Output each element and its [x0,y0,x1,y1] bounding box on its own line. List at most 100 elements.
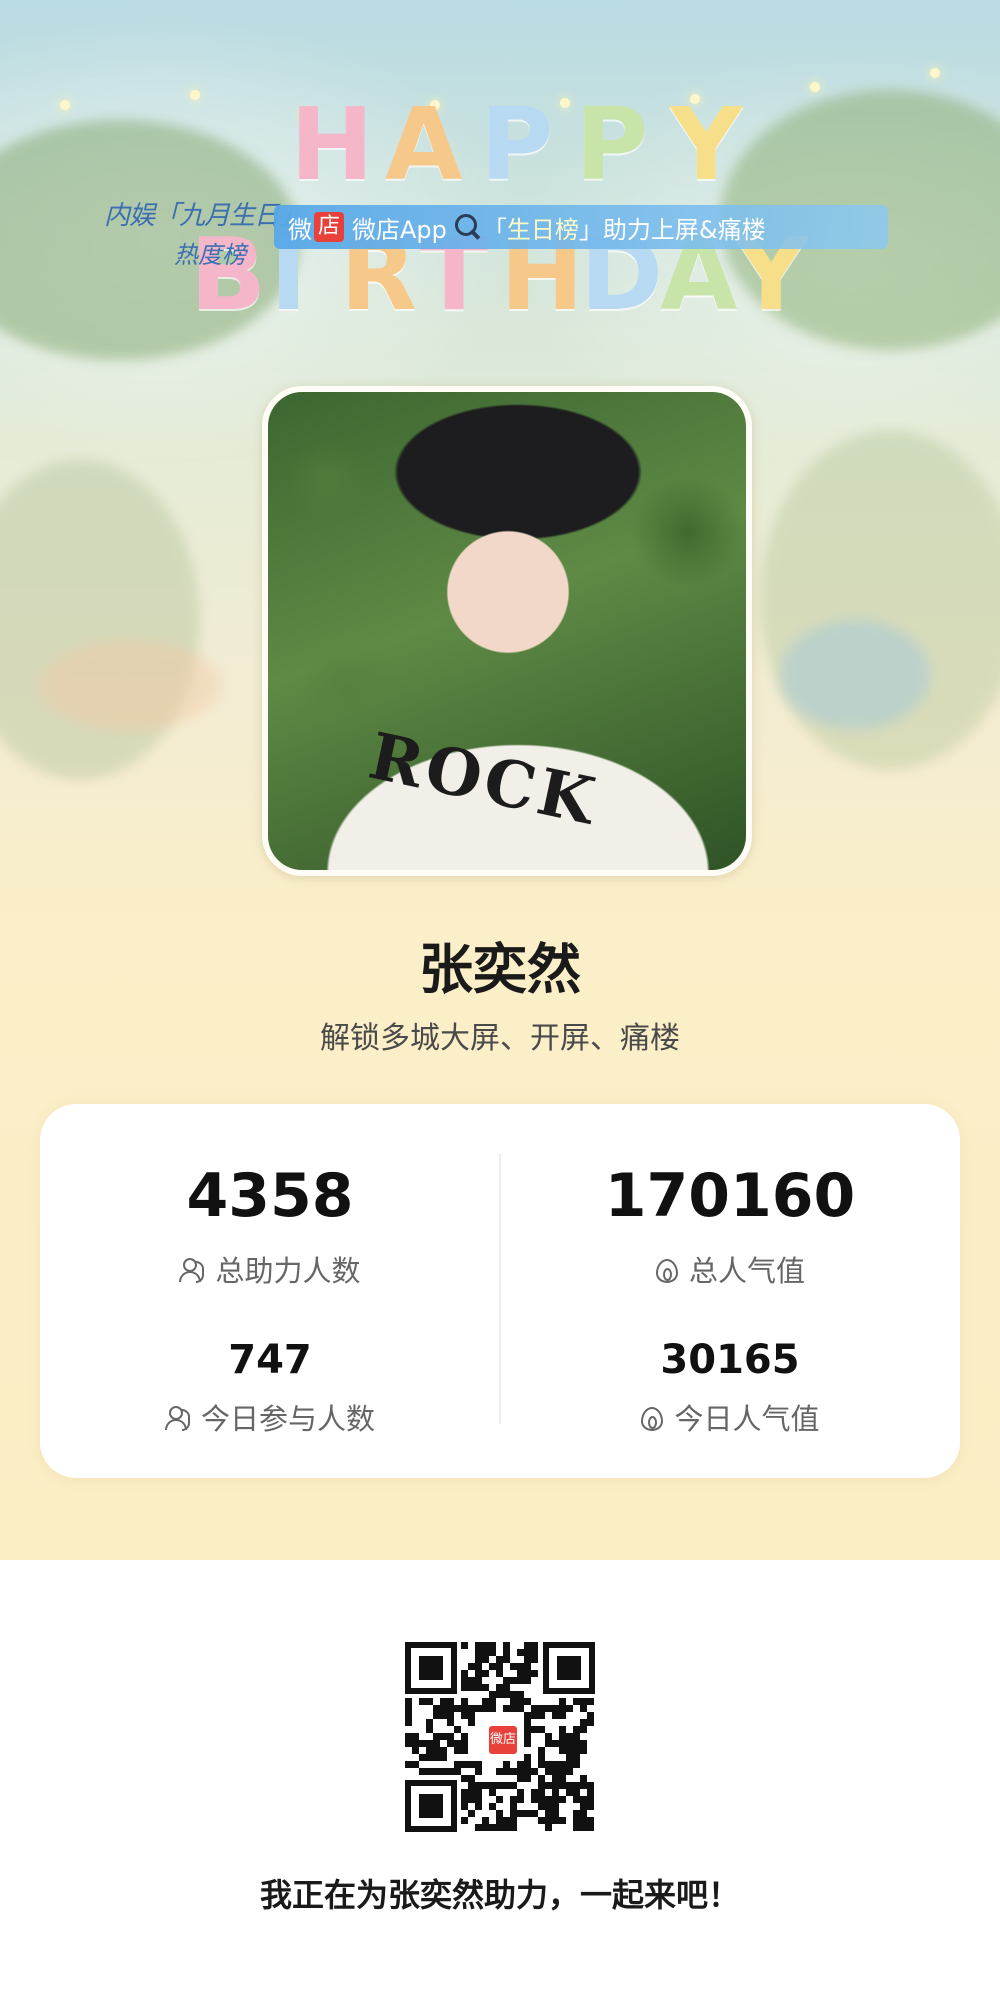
qr-module [461,1796,468,1803]
qr-module [433,1733,440,1740]
qr-module [587,1782,594,1789]
qr-module [475,1663,482,1670]
qr-module [517,1768,524,1775]
banner-action: 助力上屏&痛楼 [602,215,766,244]
qr-module [517,1670,524,1677]
qr-module [475,1677,482,1684]
qr-module [545,1817,552,1824]
qr-module [517,1796,524,1803]
qr-module [454,1740,461,1747]
qr-module [531,1768,538,1775]
qr-module [461,1817,468,1824]
qr-module [426,1747,433,1754]
qr-module [461,1747,468,1754]
qr-module [524,1719,531,1726]
qr-module [559,1698,566,1705]
qr-module [440,1754,447,1761]
qr-module [559,1712,566,1719]
qr-module [440,1747,447,1754]
qr-module [440,1698,447,1705]
qr-module [545,1768,552,1775]
qr-module [538,1761,545,1768]
campaign-banner[interactable]: 内娱「九月生日」 热度榜 微 店 微店App 「 生日榜 」 助力上屏&痛楼 [96,195,888,273]
qr-module [580,1775,587,1782]
happy-letter: A [385,86,463,203]
qr-module [468,1684,475,1691]
qr-module [524,1754,531,1761]
qr-module [531,1670,538,1677]
qr-module [405,1719,412,1726]
qr-module [503,1656,510,1663]
qr-code[interactable]: 微店 [405,1642,595,1832]
qr-module [531,1810,538,1817]
fire-icon [655,1255,679,1283]
qr-module [496,1810,503,1817]
qr-module [517,1705,524,1712]
qr-module [580,1782,587,1789]
qr-module [503,1705,510,1712]
qr-module [405,1712,412,1719]
qr-module [489,1824,496,1831]
qr-module [468,1719,475,1726]
qr-module [517,1649,524,1656]
qr-module [496,1656,503,1663]
qr-module [587,1824,594,1831]
qr-module [433,1705,440,1712]
qr-module [447,1705,454,1712]
qr-module [461,1740,468,1747]
qr-module [468,1677,475,1684]
quote-open: 「 [482,215,507,244]
qr-module [482,1782,489,1789]
qr-module [573,1817,580,1824]
qr-module [510,1677,517,1684]
app-name: 微店App [352,215,447,244]
qr-module [482,1670,489,1677]
qr-module [461,1684,468,1691]
qr-module [545,1782,552,1789]
qr-module [524,1642,531,1649]
qr-module [538,1747,545,1754]
qr-module [461,1698,468,1705]
campaign-logo: 内娱「九月生日」 热度榜 [96,195,305,273]
qr-module [447,1712,454,1719]
qr-module [559,1733,566,1740]
qr-module [587,1796,594,1803]
stat-total-supporters: 4358 总助力人数 [40,1166,500,1290]
logo-line2: 热度榜 [174,241,246,269]
quote-close: 」 [578,215,603,244]
qr-module [496,1663,503,1670]
qr-module [475,1782,482,1789]
qr-module [538,1775,545,1782]
qr-module [559,1782,566,1789]
qr-module [580,1810,587,1817]
qr-module [552,1712,559,1719]
stat-label-row: 今日参与人数 [40,1396,500,1438]
qr-module [573,1733,580,1740]
qr-module [510,1691,517,1698]
qr-module [412,1747,419,1754]
qr-module [461,1712,468,1719]
qr-module [524,1677,531,1684]
qr-module [503,1642,510,1649]
qr-module [545,1761,552,1768]
qr-center-logo: 微店 [484,1721,522,1759]
stat-total-popularity: 170160 总人气值 [500,1166,960,1290]
palm-left-lower [0,460,200,780]
qr-module [419,1740,426,1747]
qr-module [510,1782,517,1789]
qr-module [545,1803,552,1810]
qr-module [538,1796,545,1803]
qr-module [573,1796,580,1803]
stat-label: 今日人气值 [674,1402,820,1436]
qr-module [475,1684,482,1691]
qr-module [559,1775,566,1782]
qr-module [552,1796,559,1803]
qr-module [447,1733,454,1740]
qr-module [482,1649,489,1656]
qr-module [412,1733,419,1740]
qr-module [510,1803,517,1810]
qr-module [517,1691,524,1698]
beach-chair [40,640,220,730]
qr-module [580,1698,587,1705]
qr-module [524,1656,531,1663]
